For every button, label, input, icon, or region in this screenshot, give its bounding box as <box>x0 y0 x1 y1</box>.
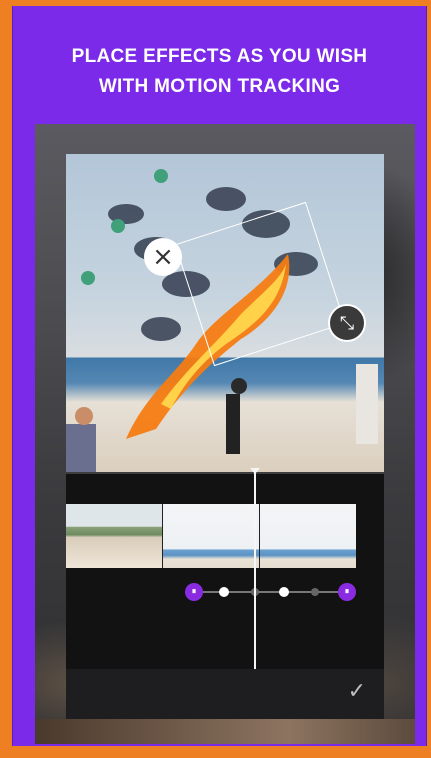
promo-headline: PLACE EFFECTS AS YOU WISH WITH MOTION TR… <box>13 42 426 102</box>
clip-thumbnail <box>66 504 162 568</box>
playhead-cap <box>250 468 260 474</box>
bystander-figure <box>356 364 378 444</box>
video-preview[interactable]: × ⤡ <box>66 154 384 472</box>
clip-thumbnail <box>259 504 356 568</box>
close-icon[interactable]: × <box>144 238 182 276</box>
clip-thumbnail-strip[interactable] <box>66 504 356 568</box>
keyframe-dot[interactable] <box>219 587 229 597</box>
pause-icon[interactable]: ⏸ <box>338 583 356 601</box>
pause-icon[interactable]: ⏸ <box>185 583 203 601</box>
keyframe-track[interactable] <box>194 591 350 593</box>
resize-icon[interactable]: ⤡ <box>328 304 366 342</box>
keyframe-dot[interactable] <box>311 588 319 596</box>
phone-bottom-edge <box>35 719 415 744</box>
spectator-head <box>75 407 93 425</box>
headline-line-2: WITH MOTION TRACKING <box>98 76 341 97</box>
promo-card: PLACE EFFECTS AS YOU WISH WITH MOTION TR… <box>12 6 427 746</box>
clip-thumbnail <box>162 504 259 568</box>
bottom-toolbar: ✓ <box>66 669 384 719</box>
phone-screen: × ⤡ ⏸ ⏸ ✓ <box>35 124 415 744</box>
spectator-figure <box>66 424 96 472</box>
headline-line-1: PLACE EFFECTS AS YOU WISH <box>71 46 368 67</box>
timeline-panel[interactable]: ⏸ ⏸ <box>66 468 384 670</box>
playhead[interactable] <box>250 468 260 670</box>
keyframe-dot[interactable] <box>279 587 289 597</box>
checkmark-icon[interactable]: ✓ <box>348 679 366 704</box>
skater-shadow-figure <box>226 394 240 454</box>
skater-head <box>231 378 247 394</box>
